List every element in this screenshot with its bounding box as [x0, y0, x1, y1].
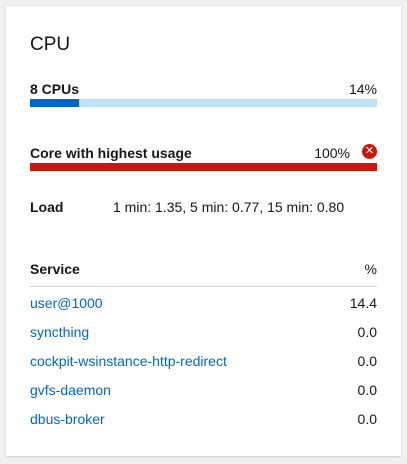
core-usage-bar-fill [30, 163, 377, 171]
service-usage-value: 0.0 [357, 353, 377, 369]
cpu-count-label: 8 CPUs [30, 81, 80, 97]
service-usage-value: 0.0 [357, 411, 377, 427]
percent-column-header: % [364, 261, 377, 277]
core-usage-bar [30, 163, 377, 171]
service-link[interactable]: cockpit-wsinstance-http-redirect [30, 353, 227, 369]
table-divider [30, 286, 377, 287]
service-link[interactable]: dbus-broker [30, 411, 105, 427]
service-link[interactable]: gvfs-daemon [30, 382, 111, 398]
error-circle-icon: ✕ [362, 144, 377, 159]
load-label: Load [30, 199, 64, 215]
cpu-usage-value: 14% [348, 81, 377, 97]
cpu-usage-bar-fill [30, 99, 79, 107]
service-usage-value: 0.0 [357, 324, 377, 340]
cpu-card: CPU 8 CPUs 14% Core with highest usage 1… [6, 6, 401, 456]
service-usage-value: 0.0 [357, 382, 377, 398]
core-highest-value: 100% [314, 145, 350, 161]
cpu-usage-bar [30, 99, 377, 107]
load-value: 1 min: 1.35, 5 min: 0.77, 15 min: 0.80 [113, 199, 345, 215]
card-title: CPU [30, 34, 71, 55]
core-highest-label: Core with highest usage [30, 145, 192, 161]
service-link[interactable]: user@1000 [30, 295, 103, 311]
service-column-header: Service [30, 261, 80, 277]
service-usage-value: 14.4 [349, 295, 377, 311]
service-link[interactable]: syncthing [30, 324, 89, 340]
